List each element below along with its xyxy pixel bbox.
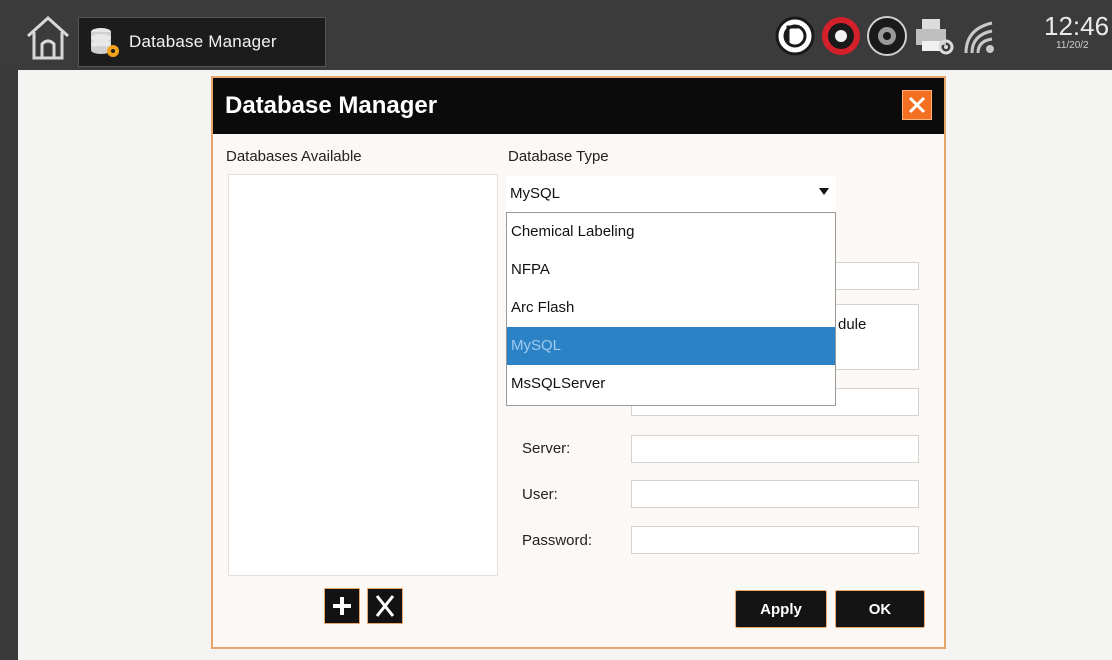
databases-list[interactable] — [228, 174, 498, 576]
clock: 12:46 11/20/2 — [1044, 12, 1109, 51]
status-icons — [774, 12, 1004, 60]
ribbon-icon[interactable] — [820, 15, 862, 57]
app-tab-database-manager[interactable]: Database Manager — [78, 17, 326, 67]
user-input[interactable] — [631, 480, 919, 508]
plus-icon — [333, 597, 351, 615]
dropdown-arrow-icon — [819, 188, 829, 195]
database-manager-dialog: Database Manager Databases Available Dat… — [211, 76, 946, 649]
databases-available-label: Databases Available — [226, 148, 362, 165]
clock-date: 11/20/2 — [1056, 40, 1089, 51]
user-label: User: — [522, 486, 558, 503]
ok-button[interactable]: OK — [835, 590, 925, 628]
database-icon — [91, 28, 119, 57]
description-field[interactable] — [831, 304, 919, 370]
printer-settings-icon[interactable] — [912, 15, 956, 57]
apply-button[interactable]: Apply — [735, 590, 827, 628]
selected-type-value: MySQL — [510, 185, 561, 202]
database-type-dropdown: Chemical Labeling NFPA Arc Flash MySQL M… — [506, 212, 836, 406]
password-label: Password: — [522, 532, 593, 549]
server-label: Server: — [522, 440, 571, 457]
option-arc-flash[interactable]: Arc Flash — [507, 289, 835, 327]
option-chemical-labeling[interactable]: Chemical Labeling — [507, 213, 835, 251]
option-mysql[interactable]: MySQL — [507, 327, 835, 365]
close-icon — [908, 96, 926, 114]
taskbar: Database Manager 12:46 11/20/2 — [0, 0, 1112, 70]
printer-link-icon[interactable] — [774, 15, 816, 57]
option-mssqlserver[interactable]: MsSQLServer — [507, 365, 835, 403]
partial-label-text: dule — [838, 316, 867, 333]
add-database-button[interactable] — [324, 588, 360, 624]
server-input[interactable] — [631, 435, 919, 463]
delete-icon — [375, 595, 395, 617]
password-input[interactable] — [631, 526, 919, 554]
dialog-title: Database Manager — [225, 92, 438, 119]
home-icon[interactable] — [24, 14, 72, 62]
database-type-select[interactable]: MySQL — [506, 176, 836, 212]
delete-database-button[interactable] — [367, 588, 403, 624]
option-nfpa[interactable]: NFPA — [507, 251, 835, 289]
clock-time: 12:46 — [1044, 11, 1110, 41]
dialog-header: Database Manager — [213, 78, 944, 134]
app-tab-label: Database Manager — [129, 32, 277, 51]
database-type-label: Database Type — [508, 148, 609, 165]
close-button[interactable] — [902, 90, 932, 120]
wifi-icon[interactable] — [960, 15, 1000, 57]
supply-roll-icon[interactable] — [866, 15, 908, 57]
